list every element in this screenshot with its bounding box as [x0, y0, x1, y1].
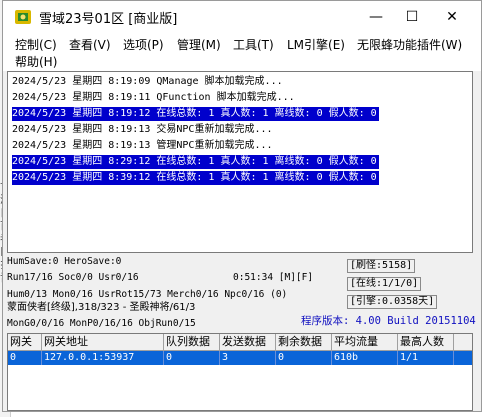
- table-cell: 3: [220, 351, 276, 365]
- gateway-table[interactable]: 网关 网关地址 队列数据 发送数据 剩余数据 平均流量 最高人数 0 127.0…: [7, 333, 473, 411]
- uptime-status: 0:51:34 [M][F]: [233, 272, 314, 283]
- log-line-highlighted: 2024/5/23 星期四 8:19:12 在线总数: 1 真人数: 1 离线数…: [12, 107, 379, 121]
- menu-bar: 控制(C) 查看(V) 选项(P) 管理(M) 工具(T) LM引擎(E) 无限…: [3, 33, 481, 71]
- table-cell: 127.0.0.1:53937: [42, 351, 164, 365]
- log-line-highlighted: 2024/5/23 星期四 8:39:12 在线总数: 1 真人数: 1 离线数…: [12, 171, 379, 185]
- table-cell: 0: [276, 351, 332, 365]
- log-panel[interactable]: 2024/5/23 星期四 8:19:09 QManage 脚本加载完成... …: [7, 71, 473, 253]
- online-box: [在线:1/1/0]: [347, 277, 422, 291]
- close-icon: ✕: [446, 9, 458, 25]
- minimize-button[interactable]: —: [357, 1, 395, 33]
- maximize-button[interactable]: ☐: [393, 1, 431, 33]
- window-title: 雪域23号01区 [商业版]: [39, 12, 178, 27]
- column-header[interactable]: 网关地址: [42, 334, 164, 350]
- table-header: 网关 网关地址 队列数据 发送数据 剩余数据 平均流量 最高人数: [8, 334, 472, 351]
- map-status: 蒙面侠者[终级],318/323 - 圣殿神将/61/3: [7, 302, 196, 313]
- menu-control[interactable]: 控制(C): [15, 36, 57, 53]
- menu-plugins[interactable]: 无限蜂功能插件(W): [357, 36, 462, 53]
- menu-options[interactable]: 选项(P): [123, 36, 164, 53]
- menu-help[interactable]: 帮助(H): [15, 53, 57, 70]
- title-bar[interactable]: 雪域23号01区 [商业版] — ☐ ✕: [3, 1, 481, 33]
- log-line-highlighted: 2024/5/23 星期四 8:29:12 在线总数: 1 真人数: 1 离线数…: [12, 155, 379, 169]
- column-header[interactable]: 网关: [8, 334, 42, 350]
- column-header[interactable]: 队列数据: [164, 334, 220, 350]
- version-label: 程序版本: 4.00 Build 20151104: [301, 315, 476, 327]
- menu-lm-engine[interactable]: LM引擎(E): [287, 36, 345, 53]
- column-header[interactable]: 发送数据: [220, 334, 276, 350]
- menu-view[interactable]: 查看(V): [69, 36, 111, 53]
- log-line: 2024/5/23 星期四 8:19:13 管理NPC重新加载完成...: [12, 140, 273, 151]
- mon-status: MonG0/0/16 MonP0/16/16 ObjRun0/15: [7, 318, 196, 329]
- server-window: 雪域23号01区 [商业版] — ☐ ✕ 控制(C) 查看(V) 选项(P) 管…: [2, 0, 482, 412]
- engine-box: [引擎:0.0358天]: [347, 295, 438, 309]
- maximize-icon: ☐: [405, 9, 419, 25]
- menu-tools[interactable]: 工具(T): [233, 36, 274, 53]
- save-status: HumSave:0 HeroSave:0: [7, 256, 122, 267]
- column-header[interactable]: 剩余数据: [276, 334, 332, 350]
- column-header[interactable]: 平均流量: [332, 334, 398, 350]
- minimize-icon: —: [369, 9, 383, 25]
- hum-status: Hum0/13 Mon0/16 UsrRot15/73 Merch0/16 Np…: [7, 289, 288, 300]
- run-status: Run17/16 Soc0/0 Usr0/16: [7, 272, 139, 283]
- menu-manage[interactable]: 管理(M): [177, 36, 221, 53]
- table-cell: 0: [164, 351, 220, 365]
- column-header[interactable]: 最高人数: [398, 334, 454, 350]
- refresh-monster-box: [刷怪:5158]: [347, 259, 416, 273]
- table-cell: 1/1: [398, 351, 454, 365]
- log-line: 2024/5/23 星期四 8:19:09 QManage 脚本加载完成...: [12, 76, 283, 87]
- table-cell: 610b: [332, 351, 398, 365]
- app-icon: [15, 10, 31, 24]
- close-button[interactable]: ✕: [433, 1, 471, 33]
- log-line: 2024/5/23 星期四 8:19:11 QFunction 脚本加载完成..…: [12, 92, 295, 103]
- table-cell: 0: [8, 351, 42, 365]
- table-row[interactable]: 0 127.0.0.1:53937 0 3 0 610b 1/1: [8, 351, 472, 365]
- log-line: 2024/5/23 星期四 8:19:13 交易NPC重新加载完成...: [12, 124, 273, 135]
